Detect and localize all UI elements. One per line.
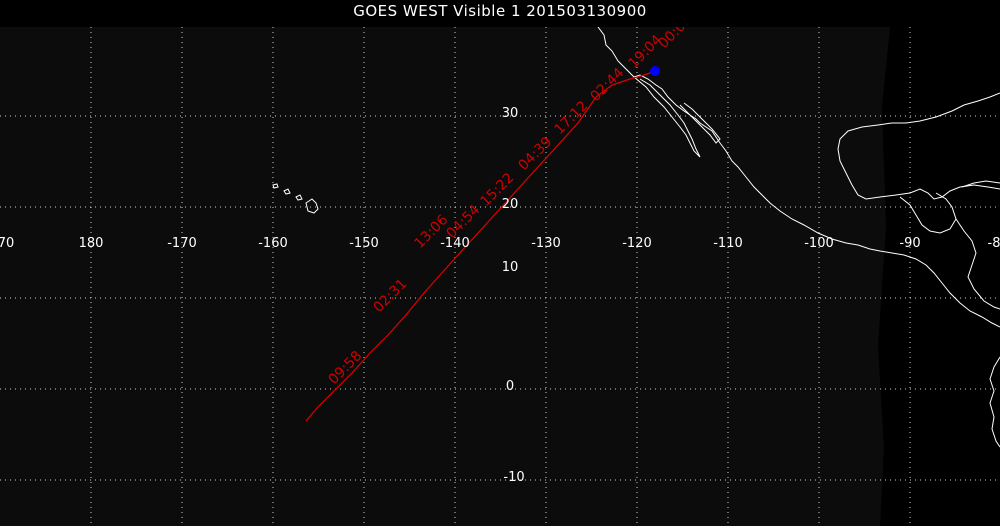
lat-label-30: 30 [502, 106, 519, 121]
lat-label-0: 0 [506, 379, 514, 394]
lon-label-neg130: -130 [531, 236, 561, 251]
lat-label-20: 20 [502, 197, 519, 212]
lon-label-neg8: -8 [988, 236, 1000, 251]
lon-label-neg140: -140 [440, 236, 470, 251]
lat-label-10: 10 [502, 260, 519, 275]
position-marker [650, 66, 660, 76]
lon-label-neg100: -100 [804, 236, 834, 251]
satellite-map: 00:00 19:04 02:44 17:12 04:39 15:22 04:5… [0, 27, 1000, 526]
image-edge [878, 27, 1000, 526]
lon-label-neg90: -90 [899, 236, 920, 251]
lon-label-neg120: -120 [622, 236, 652, 251]
lon-label-neg110: -110 [713, 236, 743, 251]
lon-label-neg170: -170 [167, 236, 197, 251]
lon-label-neg150: -150 [349, 236, 379, 251]
image-title: GOES WEST Visible 1 201503130900 [353, 2, 647, 20]
lat-label-neg10: -10 [503, 470, 524, 485]
lon-label-70: 70 [0, 236, 14, 251]
lon-label-180: 180 [79, 236, 104, 251]
satellite-image-area [0, 27, 890, 526]
lon-label-neg160: -160 [258, 236, 288, 251]
